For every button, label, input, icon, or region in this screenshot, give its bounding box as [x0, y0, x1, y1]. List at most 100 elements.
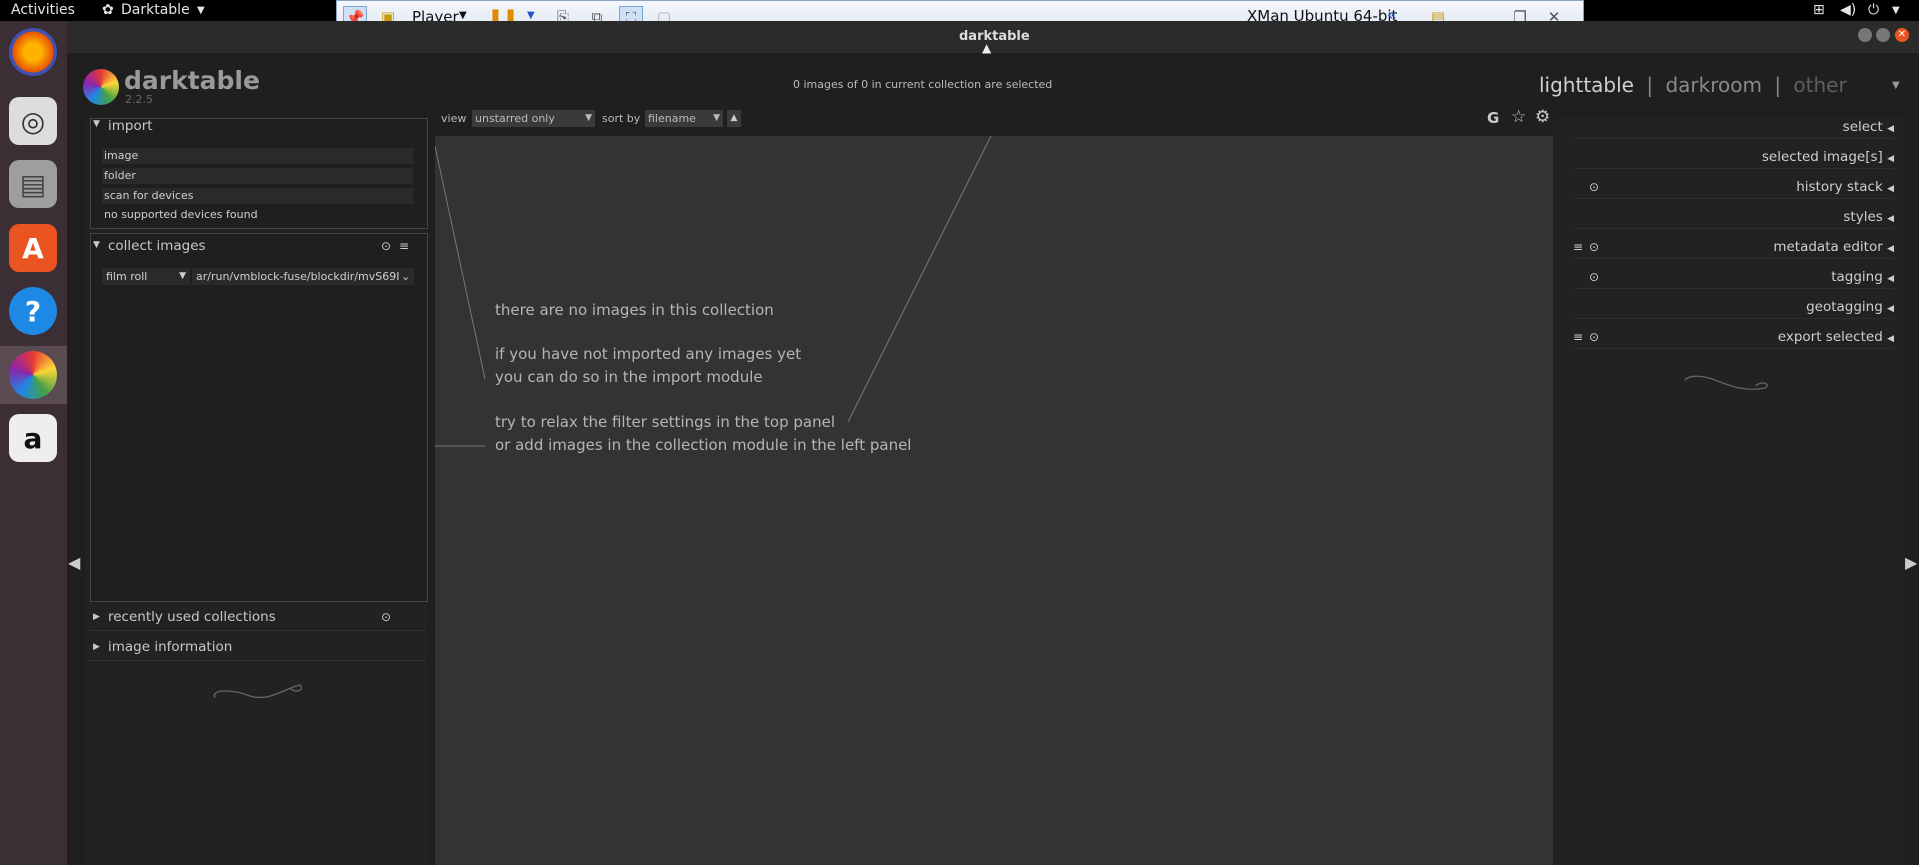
history-stack-module[interactable]: ⊙ history stack ◀ [1574, 176, 1894, 199]
tagging-expand-icon: ◀ [1887, 274, 1894, 284]
collect-reset-icon[interactable]: ⊙ [381, 239, 391, 253]
view-filter-value: unstarred only [475, 112, 555, 125]
view-filter-select[interactable]: unstarred only ▼ [472, 110, 595, 127]
collect-property-select[interactable]: film roll ▼ [102, 268, 190, 285]
styles-module[interactable]: styles ◀ [1574, 206, 1894, 229]
collect-title[interactable]: collect images [108, 238, 206, 254]
collect-expand-icon[interactable]: ▼ [93, 240, 100, 250]
app-menu[interactable]: Darktable [121, 2, 190, 18]
help-icon[interactable]: ? [9, 287, 57, 335]
recent-expand-icon[interactable]: ▶ [93, 612, 100, 622]
sort-arrow-icon: ▼ [713, 113, 720, 123]
image-information-title[interactable]: image information [108, 639, 232, 655]
empty-message-line-1: there are no images in this collection [495, 301, 774, 319]
history-reset-icon[interactable]: ⊙ [1589, 176, 1599, 198]
sort-value: filename [648, 112, 696, 125]
select-module[interactable]: select ◀ [1574, 116, 1894, 139]
pause-arrow-icon[interactable]: ▼ [527, 10, 535, 21]
select-expand-icon: ◀ [1887, 124, 1894, 134]
select-module-title: select [1842, 119, 1883, 135]
geotagging-module[interactable]: geotagging ◀ [1574, 296, 1894, 319]
metadata-reset-icon[interactable]: ⊙ [1589, 236, 1599, 258]
other-view-link[interactable]: other [1793, 73, 1846, 97]
overlays-star-icon[interactable]: ☆ [1511, 107, 1526, 127]
history-stack-title: history stack [1796, 179, 1883, 195]
tagging-reset-icon[interactable]: ⊙ [1589, 266, 1599, 288]
recent-reset-icon[interactable]: ⊙ [381, 610, 391, 624]
amazon-icon[interactable]: a [9, 414, 57, 462]
preferences-gear-icon[interactable]: ⚙ [1535, 107, 1550, 127]
empty-message-line-3: you can do so in the import module [495, 368, 763, 386]
power-icon[interactable]: ⏻ [1868, 2, 1879, 18]
collapse-left-panel-icon[interactable]: ◀ [68, 553, 80, 572]
empty-message-line-2: if you have not imported any images yet [495, 345, 802, 363]
files-icon[interactable]: ▤ [9, 160, 57, 208]
import-expand-icon[interactable]: ▼ [93, 119, 100, 129]
export-expand-icon: ◀ [1887, 334, 1894, 344]
recent-collections-title[interactable]: recently used collections [108, 609, 276, 625]
hint-arrows [435, 136, 992, 447]
view-separator-2: | [1774, 73, 1782, 97]
geotagging-title: geotagging [1806, 299, 1883, 315]
window-maximize-icon[interactable] [1876, 28, 1890, 42]
darktable-dock-icon[interactable] [9, 351, 57, 399]
view-switcher: lighttable | darkroom | other [1539, 73, 1847, 97]
collapse-top-panel-icon[interactable]: ▲ [982, 41, 991, 55]
export-selected-title: export selected [1777, 329, 1883, 345]
system-menu-arrow-icon[interactable]: ▼ [1892, 5, 1900, 16]
window-minimize-icon[interactable] [1858, 28, 1872, 42]
metadata-editor-title: metadata editor [1773, 239, 1883, 255]
info-expand-icon[interactable]: ▶ [93, 642, 100, 652]
tagging-module[interactable]: ⊙ tagging ◀ [1574, 266, 1894, 289]
window-close-icon[interactable]: ✕ [1895, 28, 1909, 42]
collect-value-text: ar/run/vmblock-fuse/blockdir/mvS69I [196, 270, 400, 283]
window-titlebar: darktable ▲ ✕ [67, 21, 1919, 55]
collect-property-value: film roll [106, 270, 148, 283]
divider [90, 630, 426, 631]
collapse-right-panel-icon[interactable]: ▶ [1905, 553, 1917, 572]
darktable-logo-icon [83, 69, 119, 105]
view-filter-label: view [441, 112, 467, 125]
right-panel [1553, 118, 1904, 865]
app-name: darktable [124, 66, 260, 95]
export-reset-icon[interactable]: ⊙ [1589, 326, 1599, 348]
view-separator: | [1646, 73, 1654, 97]
view-menu-arrow-icon[interactable]: ▼ [1892, 80, 1900, 91]
window-title: darktable [959, 29, 1030, 44]
grouping-icon[interactable]: G [1487, 109, 1499, 127]
network-icon[interactable]: ⊞ [1813, 2, 1825, 18]
software-center-icon[interactable]: A [9, 224, 57, 272]
import-folder-button[interactable]: folder [102, 168, 413, 184]
collect-presets-icon[interactable]: ≡ [399, 239, 409, 253]
view-filter-arrow-icon: ▼ [585, 113, 592, 123]
import-device-status: no supported devices found [104, 208, 258, 221]
sort-label: sort by [602, 112, 641, 125]
history-expand-icon: ◀ [1887, 184, 1894, 194]
divider-2 [90, 660, 426, 661]
lighttable-view-link[interactable]: lighttable [1539, 73, 1634, 97]
player-arrow-icon[interactable]: ▼ [459, 10, 467, 21]
selected-images-module[interactable]: selected image[s] ◀ [1574, 146, 1894, 169]
volume-icon[interactable]: ◀) [1840, 2, 1856, 18]
collect-images-module [90, 233, 428, 602]
firefox-icon[interactable] [9, 28, 57, 76]
import-title[interactable]: import [108, 118, 153, 134]
collect-value-input[interactable]: ar/run/vmblock-fuse/blockdir/mvS69I [192, 268, 414, 285]
metadata-editor-module[interactable]: ≡ ⊙ metadata editor ◀ [1573, 236, 1894, 259]
styles-title: styles [1843, 209, 1883, 225]
tagging-title: tagging [1831, 269, 1883, 285]
activities-button[interactable]: Activities [11, 2, 75, 18]
collect-property-arrow-icon: ▼ [179, 271, 186, 281]
darkroom-view-link[interactable]: darkroom [1665, 73, 1762, 97]
export-selected-module[interactable]: ≡ ⊙ export selected ◀ [1573, 326, 1894, 349]
sort-select[interactable]: filename ▼ [645, 110, 723, 127]
selected-images-expand-icon: ◀ [1887, 154, 1894, 164]
scan-devices-button[interactable]: scan for devices [102, 188, 413, 204]
sort-order-toggle-icon[interactable]: ▲ [727, 110, 741, 127]
rhythmbox-icon[interactable]: ◎ [9, 97, 57, 145]
metadata-presets-icon[interactable]: ≡ [1573, 236, 1583, 258]
metadata-expand-icon: ◀ [1887, 244, 1894, 254]
import-image-button[interactable]: image [102, 148, 413, 164]
export-presets-icon[interactable]: ≡ [1573, 326, 1583, 348]
collect-value-arrow-icon[interactable]: ⌄ [401, 270, 411, 283]
